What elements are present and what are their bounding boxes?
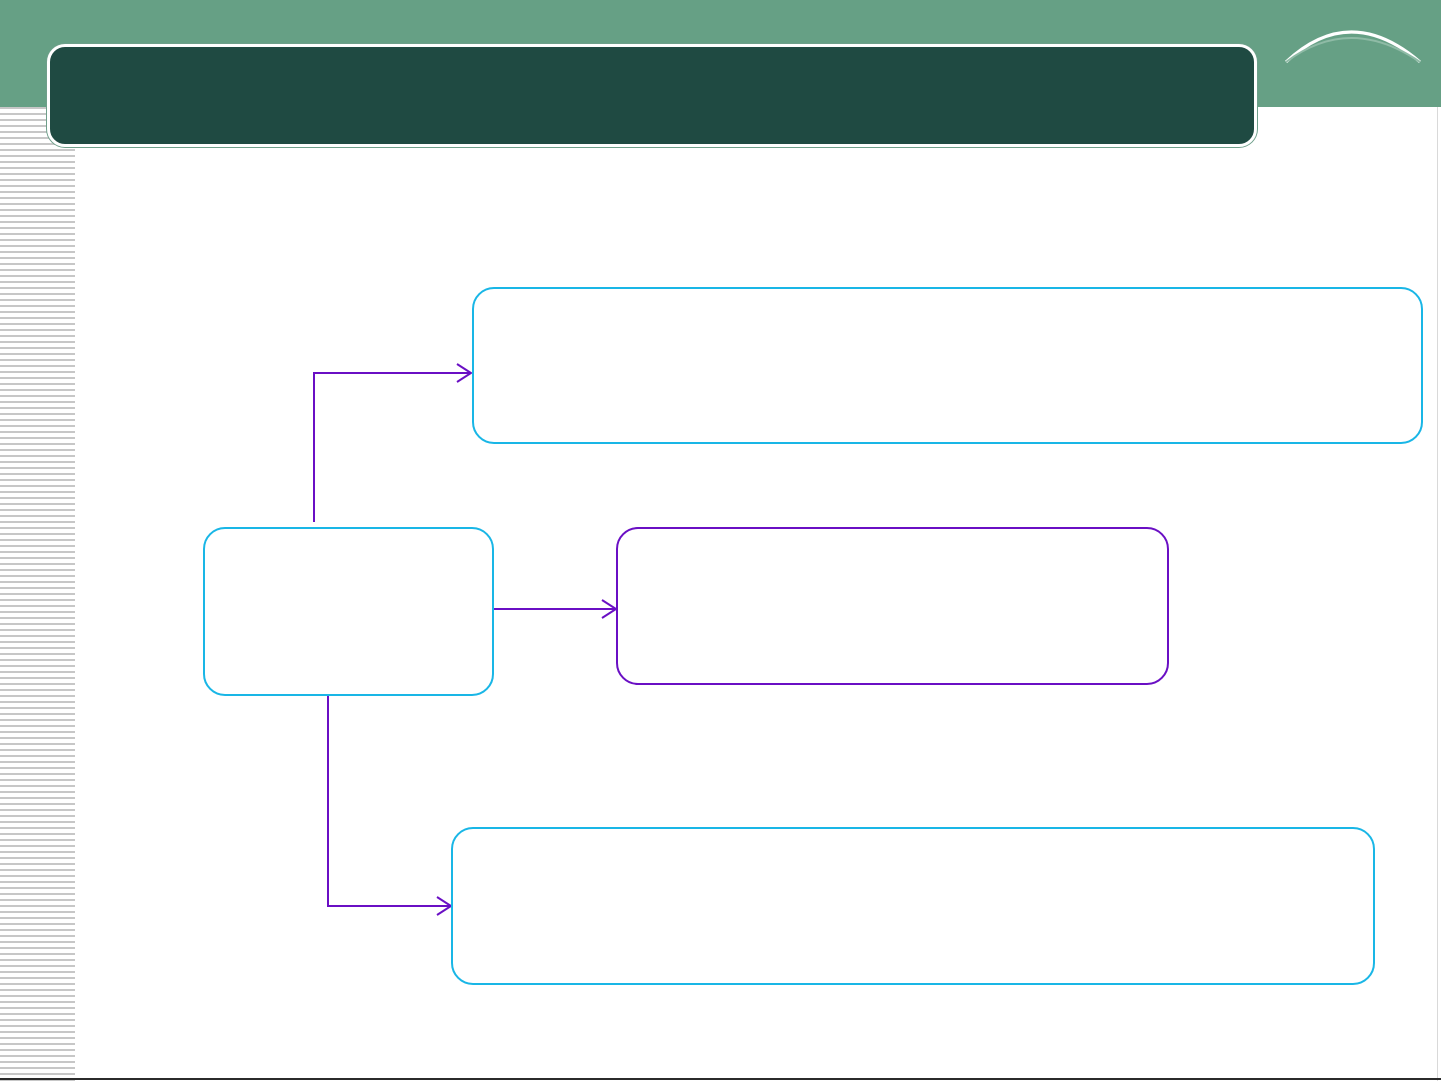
slide <box>0 0 1441 1081</box>
target-box-middle <box>616 527 1169 685</box>
target-box-top <box>472 287 1423 444</box>
source-box <box>203 527 494 696</box>
target-box-bottom <box>451 827 1375 985</box>
connector-to-top-box <box>313 372 470 522</box>
connector-to-bottom-box <box>327 696 450 907</box>
